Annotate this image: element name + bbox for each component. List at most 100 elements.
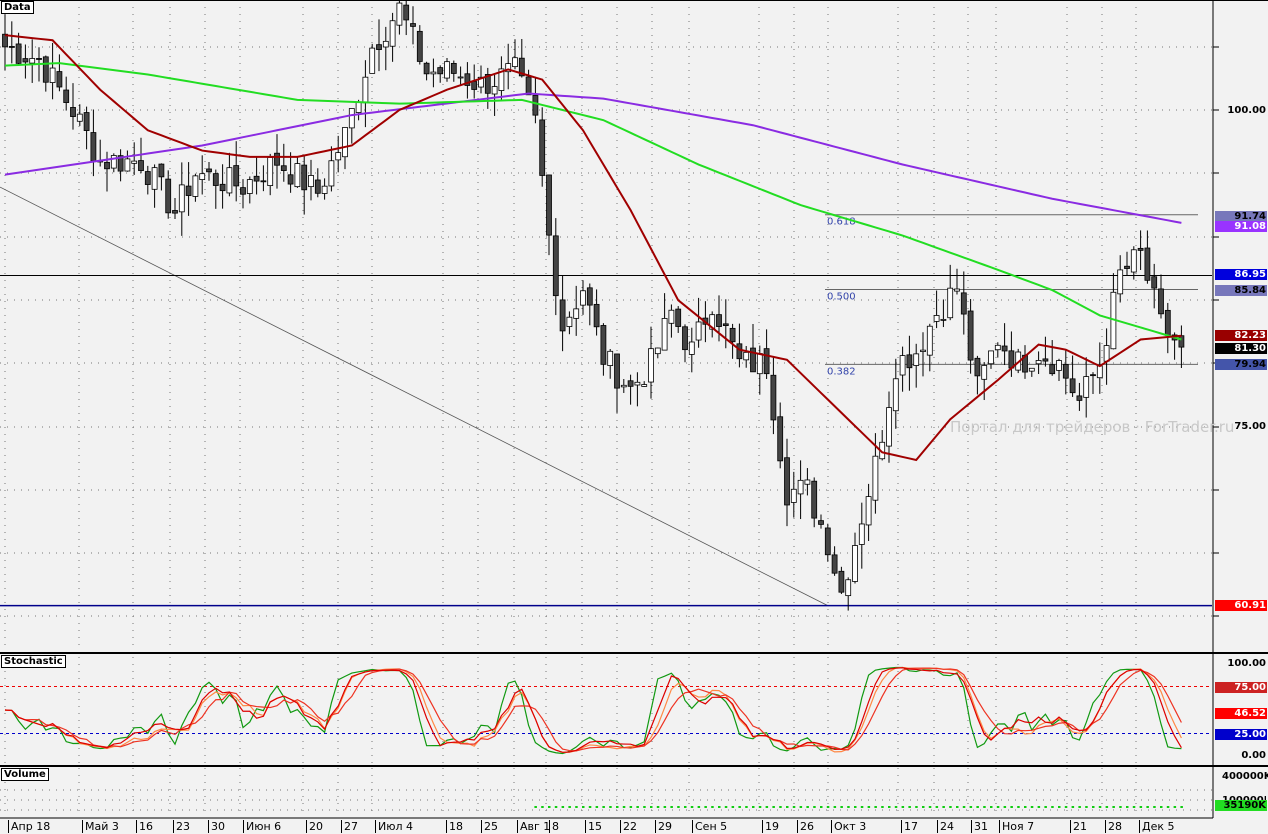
candle	[104, 161, 110, 170]
price-tag-60-91: 60.91	[1215, 600, 1267, 611]
volume-bar	[847, 806, 850, 808]
y-tick-label: 100.00	[1227, 105, 1266, 116]
volume-bar	[949, 806, 952, 808]
candle	[552, 235, 559, 297]
x-tick-label: 19	[762, 820, 779, 833]
candle	[376, 44, 382, 50]
candle	[688, 341, 695, 355]
volume-bar	[1010, 806, 1013, 808]
x-tick-label: 15	[585, 820, 602, 833]
candle	[1090, 374, 1096, 377]
candle	[661, 318, 668, 351]
candle	[274, 152, 280, 166]
candle	[471, 81, 478, 90]
candle	[865, 496, 872, 526]
volume-bar	[772, 806, 775, 808]
candle	[532, 94, 539, 116]
volume-bar	[922, 806, 925, 808]
x-tick-label: 17	[901, 820, 918, 833]
volume-bar	[867, 806, 871, 808]
volume-bar	[1003, 806, 1007, 808]
candle	[36, 58, 42, 60]
candle	[287, 174, 294, 185]
candle	[852, 545, 858, 582]
volume-bar	[860, 806, 864, 808]
volume-axis-label: 400000K	[1222, 771, 1268, 782]
candle	[457, 76, 464, 79]
x-tick-label: Июл 4	[375, 820, 413, 833]
candle	[491, 86, 498, 95]
stoch-axis-label: 100.00	[1227, 658, 1266, 669]
candle	[593, 303, 600, 328]
x-tick-label: 18	[446, 820, 463, 833]
candle	[974, 357, 981, 377]
candle	[988, 350, 994, 365]
x-tick-label: Авг 1	[517, 820, 550, 833]
watermark: Портал для трейдеров · ForTrader.ru	[950, 418, 1235, 436]
candle	[199, 173, 206, 180]
candle	[355, 101, 362, 113]
stoch-axis-label: 0.00	[1241, 750, 1266, 761]
candle	[416, 30, 423, 62]
volume-bar	[908, 806, 911, 808]
volume-bar	[915, 806, 918, 808]
candle	[260, 180, 267, 183]
volume-bar	[704, 806, 707, 808]
candle	[620, 384, 627, 388]
volume-bar	[881, 806, 884, 808]
volume-bar	[731, 806, 735, 808]
volume-bar	[650, 806, 653, 808]
candle	[124, 158, 131, 172]
candle	[389, 20, 396, 47]
candle	[913, 353, 920, 366]
candle	[722, 323, 729, 326]
y-tick-label: 75.00	[1234, 421, 1266, 432]
candle	[1103, 345, 1110, 362]
volume-bar	[575, 806, 578, 808]
volume-bar	[969, 806, 973, 808]
candle	[1062, 364, 1069, 379]
volume-panel-title: Volume	[1, 768, 49, 781]
volume-bar	[656, 806, 660, 808]
price-tag: 91.08	[1215, 221, 1267, 232]
candle	[1083, 376, 1090, 398]
candle	[1178, 335, 1185, 348]
volume-bar	[854, 806, 857, 808]
candle	[158, 163, 165, 178]
x-tick-label: Май 3	[82, 820, 119, 833]
x-tick-label: 27	[341, 820, 358, 833]
candle	[627, 380, 634, 387]
candle	[423, 62, 430, 75]
candle	[716, 314, 722, 327]
fibonacci-label: 0.500	[827, 292, 856, 303]
candle	[641, 384, 648, 387]
volume-bar	[548, 806, 551, 808]
fibonacci-label: 0.382	[827, 366, 856, 377]
volume-bar	[874, 806, 877, 808]
candle	[308, 175, 314, 188]
volume-bar	[901, 806, 905, 808]
volume-bar	[840, 806, 843, 808]
candle	[138, 160, 144, 171]
volume-bar	[1105, 806, 1109, 808]
volume-bar	[1139, 806, 1143, 808]
price-tag: 85.84	[1215, 285, 1267, 296]
volume-bar	[1160, 806, 1163, 808]
candle	[654, 347, 661, 355]
volume-bar	[758, 806, 762, 808]
volume-bar	[1017, 806, 1020, 808]
candle	[22, 58, 29, 63]
volume-bar	[629, 806, 633, 808]
candle	[675, 308, 682, 327]
candle	[301, 164, 308, 191]
volume-bar	[1044, 806, 1047, 808]
candle	[246, 179, 253, 194]
volume-bar	[942, 806, 945, 808]
x-tick-label: Ноя 7	[999, 820, 1034, 833]
x-tick-label: 28	[1105, 820, 1122, 833]
candle	[403, 4, 410, 21]
candle	[729, 327, 736, 343]
candle	[396, 2, 403, 26]
candle	[756, 353, 763, 375]
stochastic-tag: 46.52	[1215, 708, 1267, 720]
